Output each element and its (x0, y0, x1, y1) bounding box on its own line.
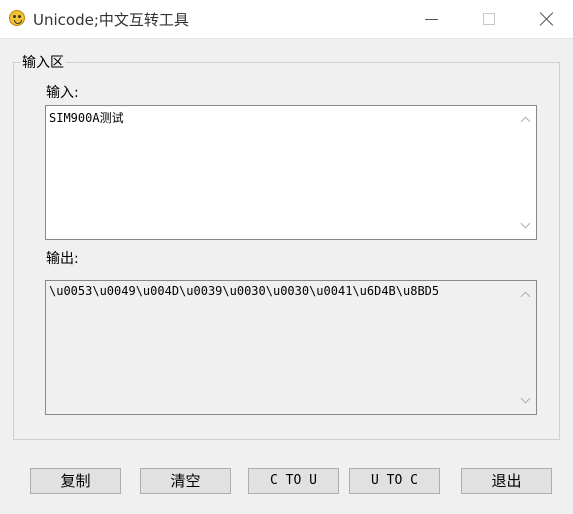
group-legend: 输入区 (20, 52, 66, 72)
window-title: Unicode;中文互转工具 (33, 11, 189, 29)
maximize-button[interactable] (466, 0, 512, 38)
u-to-c-button[interactable]: U TO C (349, 468, 440, 494)
output-label: 输出: (46, 251, 79, 267)
maximize-icon (483, 13, 495, 25)
smiley-face-icon (9, 10, 25, 26)
input-text: SIM900A测试 (49, 111, 124, 125)
close-button[interactable] (524, 0, 570, 38)
title-bar: Unicode;中文互转工具 (0, 0, 573, 39)
output-text: \u0053\u0049\u004D\u0039\u0030\u0030\u00… (49, 284, 440, 298)
scroll-up-icon[interactable] (520, 116, 531, 127)
scroll-down-icon[interactable] (520, 218, 531, 229)
input-label: 输入: (46, 85, 79, 101)
input-textarea[interactable]: SIM900A测试 (45, 105, 537, 240)
clear-button[interactable]: 清空 (140, 468, 231, 494)
c-to-u-button[interactable]: C TO U (248, 468, 339, 494)
output-textarea[interactable]: \u0053\u0049\u004D\u0039\u0030\u0030\u00… (45, 280, 537, 415)
minimize-icon (425, 19, 438, 20)
output-scrollbar[interactable] (516, 281, 536, 414)
close-icon (540, 12, 554, 26)
minimize-button[interactable] (408, 0, 454, 38)
scroll-down-icon[interactable] (520, 393, 531, 404)
scroll-up-icon[interactable] (520, 291, 531, 302)
exit-button[interactable]: 退出 (461, 468, 552, 494)
copy-button[interactable]: 复制 (30, 468, 121, 494)
input-scrollbar[interactable] (516, 106, 536, 239)
